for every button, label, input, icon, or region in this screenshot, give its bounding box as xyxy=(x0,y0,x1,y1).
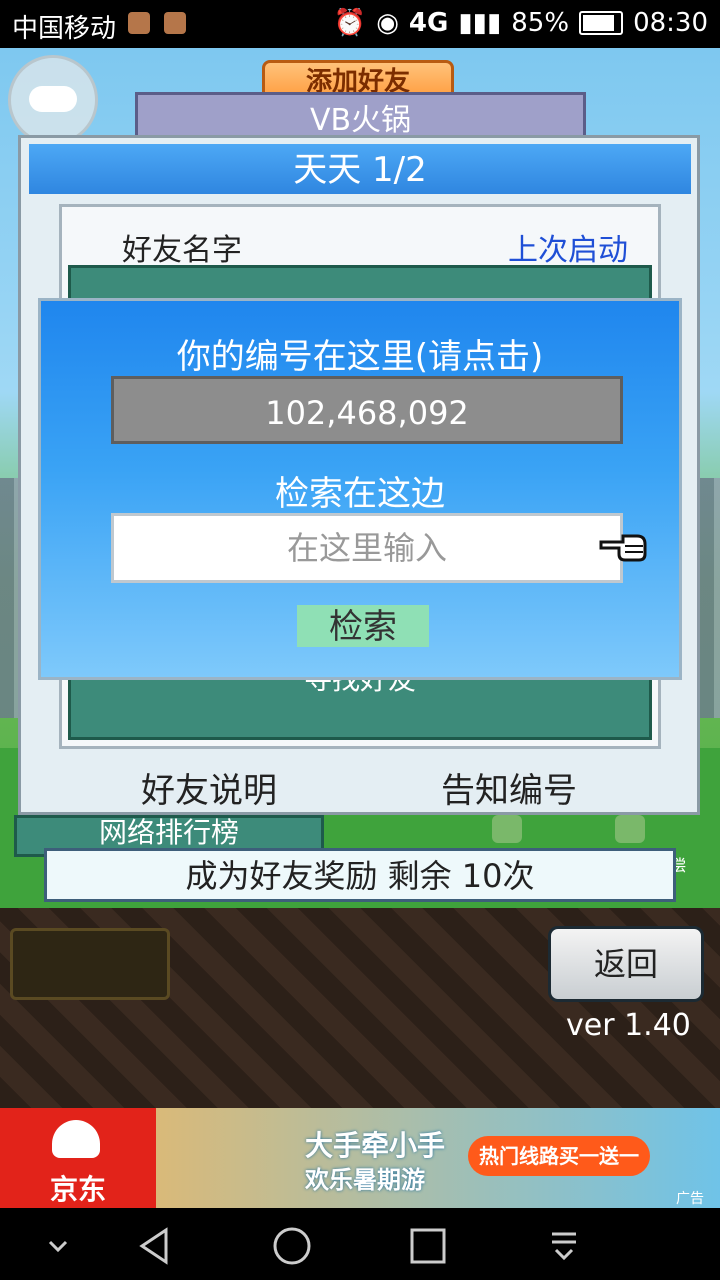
notify-id-button[interactable]: 告知编号 xyxy=(441,763,577,812)
search-button[interactable]: 检索 xyxy=(297,605,429,647)
ad-headline: 大手牵小手 xyxy=(305,1129,446,1162)
back-button[interactable]: 返回 xyxy=(548,926,704,1002)
notification-pull-icon[interactable] xyxy=(544,1226,584,1266)
status-bar: 中国移动 ⏰ ◉ 4G ▮▮▮ 85% 08:30 xyxy=(0,0,720,48)
back-triangle-icon[interactable] xyxy=(136,1226,176,1266)
empty-slot xyxy=(10,928,170,1000)
pointer-hand-icon xyxy=(599,534,647,562)
friend-reward-bar: 成为好友奖励 剩余 10次 xyxy=(44,848,676,902)
ad-cta-button[interactable]: 热门线路买一送一 xyxy=(468,1136,650,1176)
search-label: 检索在这边 xyxy=(275,474,445,514)
ad-brand: 京东 xyxy=(49,1173,106,1206)
gamepad-icon[interactable] xyxy=(8,55,98,145)
navigation-bar xyxy=(0,1208,720,1280)
your-id-value[interactable]: 102,468,092 xyxy=(111,376,623,444)
column-friend-name: 好友名字 xyxy=(122,233,242,268)
battery-icon xyxy=(579,11,624,35)
dialog-title: 天天 1/2 xyxy=(29,144,691,194)
friend-help-button[interactable]: 好友说明 xyxy=(141,763,277,812)
notification-icon xyxy=(128,12,150,34)
signal-icon: ▮▮▮ xyxy=(458,8,502,38)
ad-tag: 广告 xyxy=(676,1191,704,1207)
home-circle-icon[interactable] xyxy=(272,1226,312,1266)
search-popup: 你的编号在这里(请点击) 102,468,092 检索在这边 在这里输入 检索 xyxy=(38,298,682,680)
recents-square-icon[interactable] xyxy=(408,1226,448,1266)
status-right: ⏰ ◉ 4G ▮▮▮ 85% 08:30 xyxy=(334,8,708,38)
eye-icon: ◉ xyxy=(376,8,399,38)
notification-icon xyxy=(164,12,186,34)
ad-subline: 欢乐暑期游 xyxy=(305,1166,425,1194)
jd-logo[interactable]: 京东 xyxy=(0,1108,156,1208)
player-sprite xyxy=(492,815,522,843)
search-input[interactable]: 在这里输入 xyxy=(111,513,623,583)
player-sprite xyxy=(615,815,645,843)
network-label: 4G xyxy=(408,8,449,38)
battery-label: 85% xyxy=(511,8,570,38)
carrier-label: 中国移动 xyxy=(12,14,117,44)
version-label: ver 1.40 xyxy=(566,1008,691,1043)
jd-dog-icon xyxy=(52,1120,100,1158)
column-last-launch: 上次启动 xyxy=(508,233,628,268)
chevron-down-icon[interactable] xyxy=(38,1226,78,1266)
clock: 08:30 xyxy=(633,8,708,38)
alarm-icon: ⏰ xyxy=(333,8,367,38)
your-id-label: 你的编号在这里(请点击) xyxy=(176,337,544,377)
ad-banner[interactable]: 京东 大手牵小手 欢乐暑期游 热门线路买一送一 广告 xyxy=(0,1108,720,1208)
